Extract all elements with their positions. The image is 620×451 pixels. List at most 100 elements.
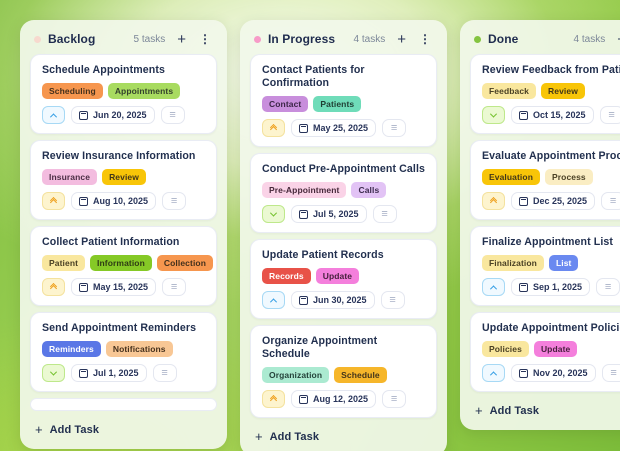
- priority-urgent-icon[interactable]: [262, 119, 285, 137]
- column-menu-icon[interactable]: ⋮: [196, 33, 213, 45]
- task-count: 4 tasks: [574, 34, 606, 45]
- task-card[interactable]: Collect Patient Information Patient Info…: [30, 226, 217, 306]
- due-date-chip[interactable]: Dec 25, 2025: [511, 192, 595, 210]
- tag[interactable]: Scheduling: [42, 83, 103, 99]
- tag[interactable]: Review: [541, 83, 585, 99]
- priority-high-icon[interactable]: [262, 291, 285, 309]
- priority-low-icon[interactable]: [482, 106, 505, 124]
- priority-high-icon[interactable]: [482, 278, 505, 296]
- card-meta: Aug 10, 2025 ≡: [42, 192, 205, 210]
- priority-urgent-icon[interactable]: [42, 278, 65, 296]
- task-card[interactable]: Update Patient Records Records Update Ju…: [250, 239, 437, 319]
- due-date-chip[interactable]: Jul 5, 2025: [291, 205, 367, 223]
- priority-urgent-icon[interactable]: [42, 192, 65, 210]
- due-date: Oct 15, 2025: [533, 110, 586, 120]
- due-date: Jun 20, 2025: [93, 110, 147, 120]
- tag[interactable]: Evaluation: [482, 169, 540, 185]
- tag-row: Contact Patients: [262, 96, 425, 112]
- tag[interactable]: Insurance: [42, 169, 97, 185]
- notes-icon[interactable]: ≡: [381, 291, 405, 309]
- task-title: Update Patient Records: [262, 249, 425, 262]
- notes-icon[interactable]: ≡: [373, 205, 397, 223]
- priority-urgent-icon[interactable]: [482, 192, 505, 210]
- task-card[interactable]: Send Appointment Reminders Reminders Not…: [30, 312, 217, 392]
- tag[interactable]: Patients: [313, 96, 361, 112]
- tag-row: Policies Update: [482, 341, 620, 357]
- add-task-label: Add Task: [490, 405, 540, 417]
- task-card[interactable]: Review Feedback from Patients Feedback R…: [470, 54, 620, 134]
- due-date-chip[interactable]: May 15, 2025: [71, 278, 156, 296]
- tag[interactable]: Update: [534, 341, 577, 357]
- task-title: Review Feedback from Patients: [482, 64, 620, 77]
- priority-high-icon[interactable]: [42, 106, 65, 124]
- notes-icon[interactable]: ≡: [162, 278, 186, 296]
- due-date-chip[interactable]: Aug 12, 2025: [291, 390, 376, 408]
- notes-icon[interactable]: ≡: [161, 106, 185, 124]
- column-header: In Progress 4 tasks + ⋮: [250, 28, 437, 50]
- due-date-chip[interactable]: May 25, 2025: [291, 119, 376, 137]
- due-date-chip[interactable]: Jul 1, 2025: [71, 364, 147, 382]
- tag[interactable]: Finalization: [482, 255, 544, 271]
- tag[interactable]: Records: [262, 268, 311, 284]
- tag[interactable]: Feedback: [482, 83, 536, 99]
- task-card[interactable]: Schedule Appointments Scheduling Appoint…: [30, 54, 217, 134]
- notes-icon[interactable]: ≡: [602, 364, 620, 382]
- notes-icon[interactable]: ≡: [382, 119, 406, 137]
- column-in-progress: In Progress 4 tasks + ⋮ Contact Patients…: [240, 20, 447, 451]
- tag[interactable]: Contact: [262, 96, 308, 112]
- kanban-board: Backlog 5 tasks + ⋮ Schedule Appointment…: [0, 0, 620, 451]
- notes-icon[interactable]: ≡: [600, 106, 620, 124]
- priority-high-icon[interactable]: [482, 364, 505, 382]
- priority-urgent-icon[interactable]: [262, 390, 285, 408]
- add-card-icon[interactable]: +: [174, 32, 189, 47]
- due-date: Jun 30, 2025: [313, 295, 367, 305]
- notes-icon[interactable]: ≡: [153, 364, 177, 382]
- task-card[interactable]: Finalize Appointment List Finalization L…: [470, 226, 620, 306]
- calendar-icon: [299, 395, 308, 404]
- tag[interactable]: Patient: [42, 255, 85, 271]
- calendar-icon: [519, 283, 528, 292]
- tag[interactable]: Information: [90, 255, 152, 271]
- tag[interactable]: Calls: [351, 182, 386, 198]
- task-title: Organize Appointment Schedule: [262, 335, 425, 361]
- add-task-button[interactable]: + Add Task: [250, 424, 437, 450]
- task-card[interactable]: Contact Patients for Confirmation Contac…: [250, 54, 437, 147]
- due-date-chip[interactable]: Jun 30, 2025: [291, 291, 375, 309]
- notes-icon[interactable]: ≡: [382, 390, 406, 408]
- due-date-chip[interactable]: Oct 15, 2025: [511, 106, 594, 124]
- card-meta: Jun 30, 2025 ≡: [262, 291, 425, 309]
- priority-low-icon[interactable]: [42, 364, 65, 382]
- tag[interactable]: Process: [545, 169, 593, 185]
- task-card[interactable]: Conduct Pre-Appointment Calls Pre-Appoin…: [250, 153, 437, 233]
- add-task-button[interactable]: + Add Task: [30, 417, 217, 443]
- tag[interactable]: Review: [102, 169, 146, 185]
- tag[interactable]: Notifications: [106, 341, 173, 357]
- tag[interactable]: List: [549, 255, 579, 271]
- task-card[interactable]: Update Appointment Policies Policies Upd…: [470, 312, 620, 392]
- due-date-chip[interactable]: Sep 1, 2025: [511, 278, 590, 296]
- partial-card[interactable]: [30, 398, 217, 411]
- task-card[interactable]: Evaluate Appointment Process Evaluation …: [470, 140, 620, 220]
- notes-icon[interactable]: ≡: [601, 192, 620, 210]
- due-date-chip[interactable]: Aug 10, 2025: [71, 192, 156, 210]
- tag[interactable]: Collection: [157, 255, 213, 271]
- tag[interactable]: Appointments: [108, 83, 180, 99]
- tag[interactable]: Update: [316, 268, 359, 284]
- tag[interactable]: Reminders: [42, 341, 101, 357]
- task-card[interactable]: Organize Appointment Schedule Organizati…: [250, 325, 437, 418]
- tag[interactable]: Organization: [262, 367, 329, 383]
- column-menu-icon[interactable]: ⋮: [416, 33, 433, 45]
- task-card[interactable]: Review Insurance Information Insurance R…: [30, 140, 217, 220]
- column-title: Backlog: [48, 32, 95, 46]
- add-task-button[interactable]: + Add Task: [470, 398, 620, 424]
- add-card-icon[interactable]: +: [614, 32, 620, 47]
- add-card-icon[interactable]: +: [394, 32, 409, 47]
- tag[interactable]: Schedule: [334, 367, 387, 383]
- notes-icon[interactable]: ≡: [162, 192, 186, 210]
- due-date-chip[interactable]: Jun 20, 2025: [71, 106, 155, 124]
- tag[interactable]: Policies: [482, 341, 529, 357]
- tag[interactable]: Pre-Appointment: [262, 182, 346, 198]
- priority-low-icon[interactable]: [262, 205, 285, 223]
- notes-icon[interactable]: ≡: [596, 278, 620, 296]
- due-date-chip[interactable]: Nov 20, 2025: [511, 364, 596, 382]
